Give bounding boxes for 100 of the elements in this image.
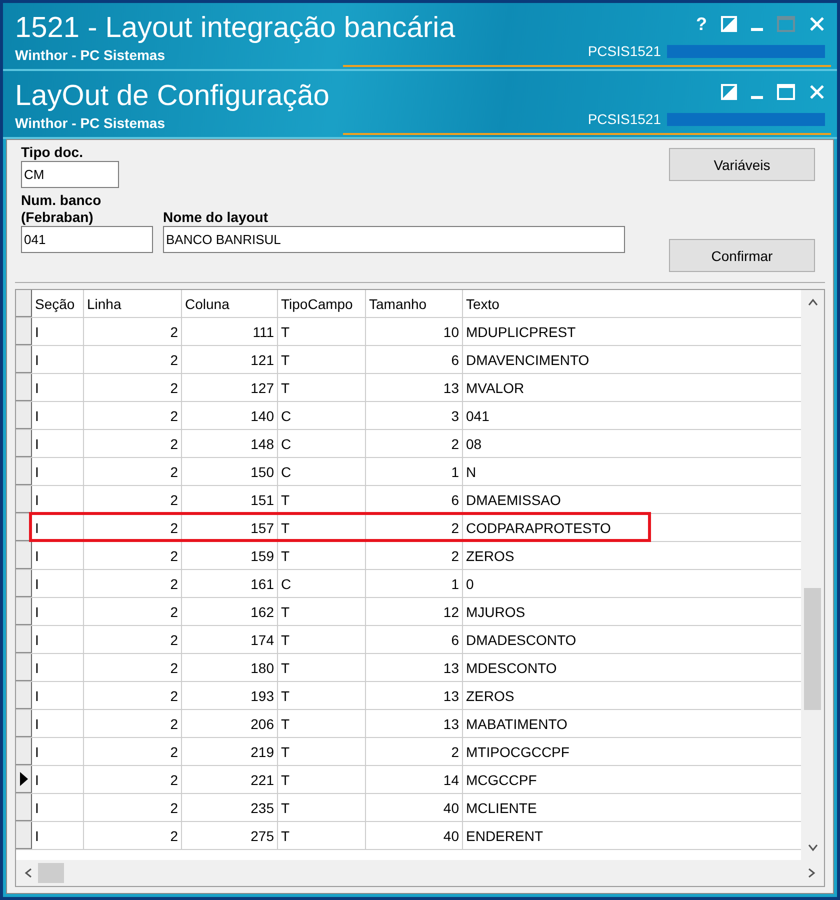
table-cell: 161 [182, 570, 278, 597]
table-cell: I [32, 766, 84, 793]
scroll-up-icon[interactable] [808, 298, 818, 306]
table-cell-text: 08 [465, 434, 483, 454]
table-cell: 151 [182, 486, 278, 513]
current-row-icon [20, 772, 28, 786]
table-cell: 2 [366, 542, 463, 569]
table-cell: T [278, 486, 366, 513]
vertical-scrollbar[interactable] [801, 290, 824, 860]
table-cell: 13 [366, 654, 463, 681]
table-cell-text: MJUROS [465, 602, 526, 622]
table-cell: T [278, 710, 366, 737]
table-cell: 2 [84, 402, 182, 429]
table-cell: T [278, 794, 366, 821]
table-cell: 162 [182, 598, 278, 625]
table-cell: 180 [182, 654, 278, 681]
table-cell: T [278, 514, 366, 541]
input-field[interactable]: CM [21, 161, 119, 188]
table-cell: 2 [84, 318, 182, 345]
window-title: 1521 - Layout integração bancária [15, 11, 456, 45]
table-cell: 150 [182, 458, 278, 485]
table-cell-text: N [465, 462, 478, 482]
table-cell: I [32, 654, 84, 681]
table-cell: I [32, 402, 84, 429]
table-cell: 2 [366, 514, 463, 541]
table-cell: 140 [182, 402, 278, 429]
table-cell: I [32, 430, 84, 457]
table-cell-text: MCLIENTE [465, 798, 538, 818]
table-cell: I [32, 710, 84, 737]
table-cell: 2 [84, 710, 182, 737]
action-button[interactable]: Confirmar [669, 239, 815, 272]
scroll-left-icon[interactable] [24, 868, 32, 878]
table-cell: 2 [84, 738, 182, 765]
table-cell: 2 [366, 738, 463, 765]
close-icon[interactable] [809, 16, 825, 32]
table-cell: 6 [366, 626, 463, 653]
table-cell: 206 [182, 710, 278, 737]
scroll-down-icon[interactable] [808, 844, 818, 852]
window-subtitle: Winthor - PC Sistemas [15, 115, 166, 131]
table-cell: 2 [84, 486, 182, 513]
table-cell: T [278, 346, 366, 373]
window-title: LayOut de Configuração [15, 79, 330, 113]
table-cell: I [32, 458, 84, 485]
table-cell: 2 [84, 430, 182, 457]
table-cell: C [278, 458, 366, 485]
table-cell-text: MVALOR [465, 378, 526, 398]
table-cell-text: DMAVENCIMENTO [465, 350, 590, 370]
horizontal-scrollbar[interactable] [16, 860, 824, 886]
input-field[interactable]: BANCO BANRISUL [163, 226, 625, 253]
table-cell: 2 [84, 458, 182, 485]
table-cell: 159 [182, 542, 278, 569]
row-indicator[interactable] [16, 766, 32, 793]
table-cell: T [278, 822, 366, 849]
table-cell: T [278, 374, 366, 401]
scrollbar-thumb[interactable] [38, 863, 64, 883]
field-label: Nome do layout [163, 209, 270, 226]
table-cell-text: ZEROS [465, 546, 516, 566]
table-cell: T [278, 626, 366, 653]
table-cell: 6 [366, 346, 463, 373]
table-cell: 14 [366, 766, 463, 793]
table-cell: 40 [366, 822, 463, 849]
close-icon[interactable] [809, 84, 825, 100]
window-subtitle: Winthor - PC Sistemas [15, 47, 166, 63]
table-cell: C [278, 402, 366, 429]
table-cell: 127 [182, 374, 278, 401]
table-cell: 40 [366, 794, 463, 821]
scrollbar-thumb[interactable] [804, 588, 821, 710]
table-cell: T [278, 738, 366, 765]
table-cell-text: 041 [465, 406, 490, 426]
restore-icon[interactable] [721, 16, 737, 32]
table-cell: 10 [366, 318, 463, 345]
table-cell-text: MTIPOCGCCPF [465, 742, 570, 762]
table-cell: I [32, 374, 84, 401]
scroll-right-icon[interactable] [808, 868, 816, 878]
column-header[interactable]: Tamanho [366, 290, 463, 317]
table-cell: 2 [84, 766, 182, 793]
program-code: PCSIS1521 [588, 111, 661, 127]
table-cell: C [278, 430, 366, 457]
table-cell: 219 [182, 738, 278, 765]
row-header [16, 290, 32, 317]
input-field[interactable]: 041 [21, 226, 153, 253]
table-cell: I [32, 346, 84, 373]
table-cell: I [32, 598, 84, 625]
table-cell: 1 [366, 570, 463, 597]
table-cell: 2 [84, 654, 182, 681]
table-cell: T [278, 766, 366, 793]
table-cell: I [32, 822, 84, 849]
table-cell: 6 [366, 486, 463, 513]
action-button[interactable]: Variáveis [669, 148, 815, 181]
table-cell: T [278, 682, 366, 709]
table-cell: I [32, 794, 84, 821]
table-cell: 12 [366, 598, 463, 625]
restore-icon[interactable] [721, 84, 737, 100]
table-cell: I [32, 738, 84, 765]
table-cell: 2 [84, 542, 182, 569]
table-cell-text: MABATIMENTO [465, 714, 568, 734]
column-header[interactable]: TipoCampo [278, 290, 366, 317]
table-cell-text: DMAEMISSAO [465, 490, 562, 510]
table-cell: T [278, 598, 366, 625]
table-cell: 2 [84, 682, 182, 709]
